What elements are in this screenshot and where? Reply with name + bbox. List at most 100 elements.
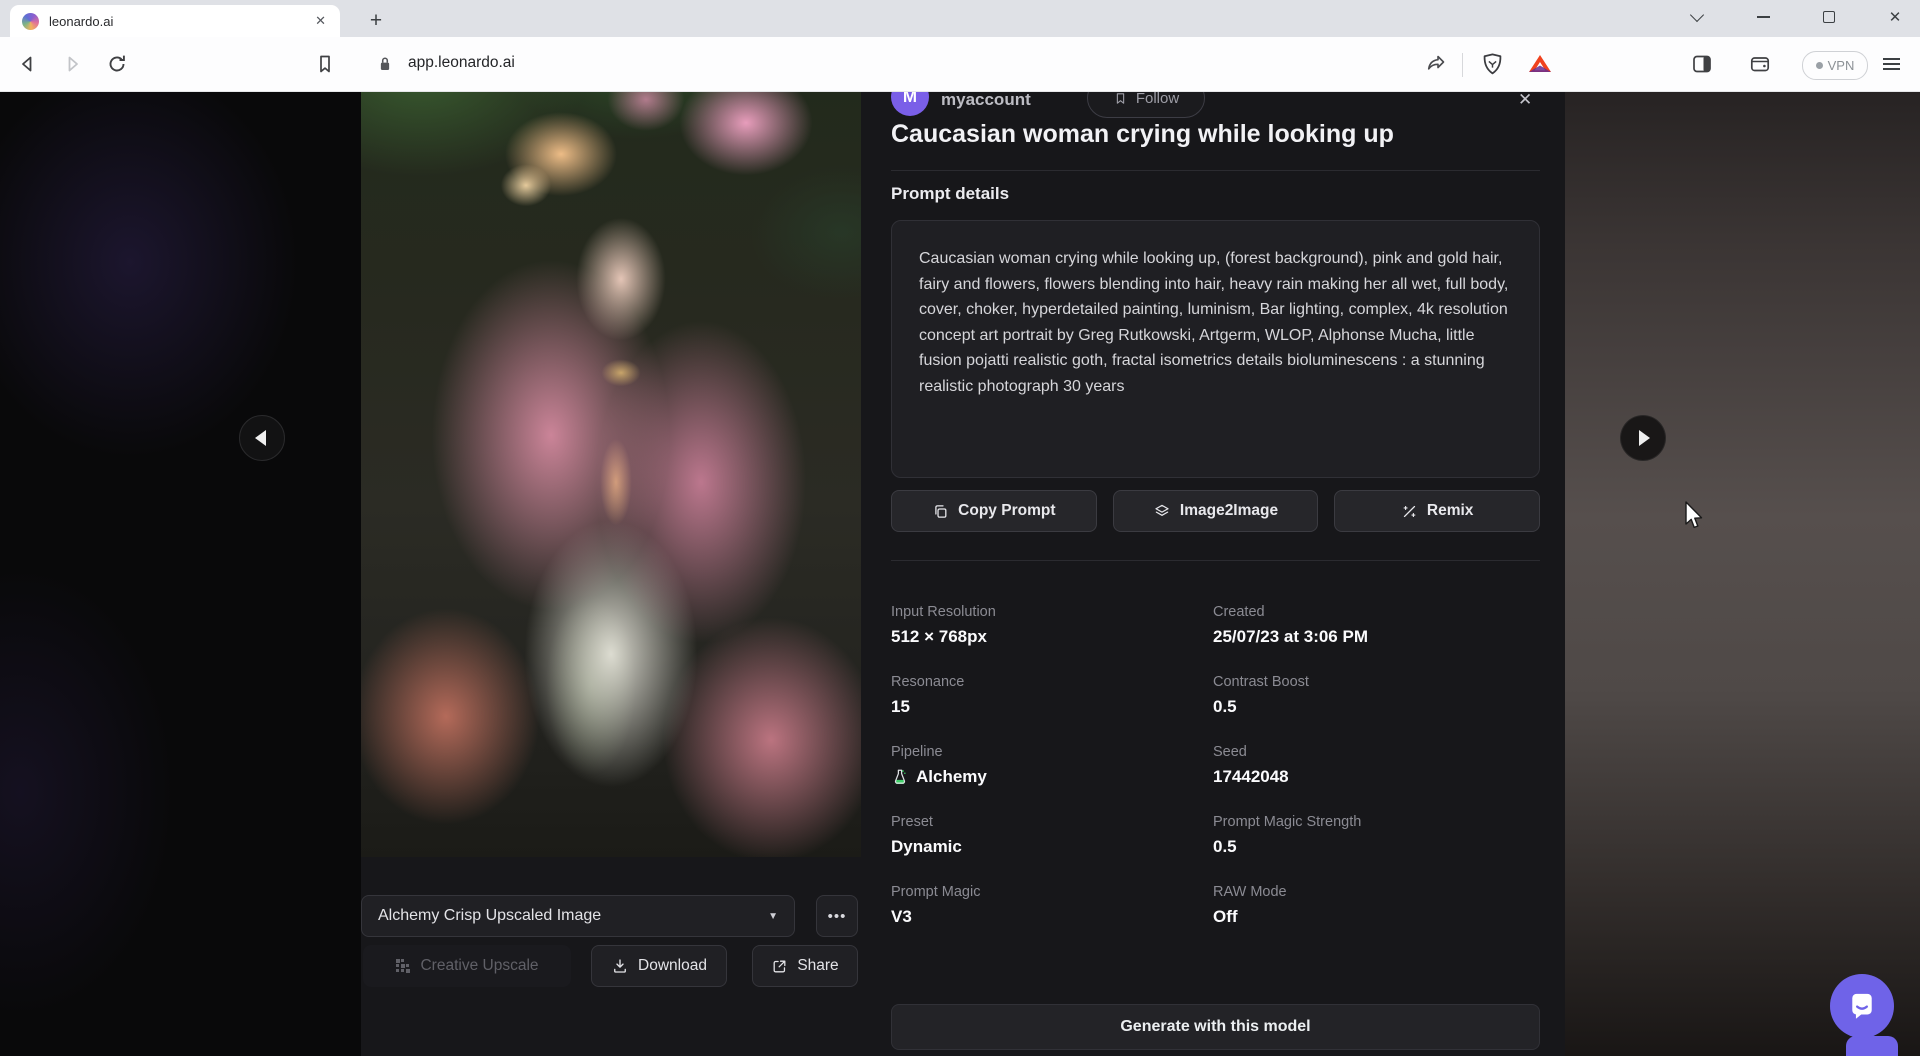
forward-icon bbox=[60, 52, 84, 76]
variant-dropdown-label: Alchemy Crisp Upscaled Image bbox=[378, 907, 601, 925]
upscale-grid-icon bbox=[395, 958, 411, 974]
meta-raw-mode: RAW Mode Off bbox=[1213, 884, 1540, 927]
share-page-button[interactable] bbox=[1424, 52, 1448, 76]
prompt-box: Caucasian woman crying while looking up,… bbox=[891, 220, 1540, 478]
divider bbox=[891, 560, 1540, 561]
meta-seed: Seed 17442048 bbox=[1213, 744, 1540, 787]
browser-toolbar: app.leonardo.ai VPN bbox=[0, 37, 1920, 92]
restore-icon bbox=[1823, 11, 1835, 23]
divider bbox=[891, 170, 1540, 171]
chat-launcher-button[interactable] bbox=[1830, 974, 1894, 1038]
restore-button[interactable] bbox=[1807, 0, 1851, 34]
arrow-right-icon bbox=[1639, 430, 1650, 446]
new-tab-button[interactable]: + bbox=[362, 7, 390, 35]
layers-icon bbox=[1153, 502, 1171, 520]
dimmed-background-right bbox=[1565, 92, 1920, 1056]
meta-prompt-magic-strength: Prompt Magic Strength 0.5 bbox=[1213, 814, 1540, 857]
generate-with-model-button[interactable]: Generate with this model bbox=[891, 1004, 1540, 1050]
forward-button[interactable] bbox=[60, 52, 84, 76]
meta-contrast-boost: Contrast Boost 0.5 bbox=[1213, 674, 1540, 717]
username[interactable]: myaccount bbox=[941, 92, 1031, 110]
creative-upscale-label: Creative Upscale bbox=[420, 957, 538, 975]
brave-rewards-button[interactable] bbox=[1527, 52, 1553, 76]
generation-detail-modal: Alchemy Crisp Upscaled Image ▼ ••• Creat… bbox=[361, 92, 1565, 1056]
wallet-icon bbox=[1748, 52, 1772, 76]
copy-prompt-button[interactable]: Copy Prompt bbox=[891, 490, 1097, 532]
back-icon bbox=[16, 52, 40, 76]
tab-strip: leonardo.ai ✕ + ✕ bbox=[0, 0, 1920, 37]
window-close-button[interactable]: ✕ bbox=[1873, 0, 1917, 34]
generated-image bbox=[361, 92, 861, 857]
remix-label: Remix bbox=[1427, 502, 1474, 520]
tab-close-icon[interactable]: ✕ bbox=[313, 11, 328, 31]
bookmark-button[interactable] bbox=[313, 52, 337, 76]
share-export-icon bbox=[771, 958, 788, 975]
variant-dropdown[interactable]: Alchemy Crisp Upscaled Image ▼ bbox=[361, 895, 795, 937]
image2image-button[interactable]: Image2Image bbox=[1113, 490, 1319, 532]
metadata-grid: Input Resolution 512 × 768px Created 25/… bbox=[891, 604, 1540, 927]
remix-button[interactable]: Remix bbox=[1334, 490, 1540, 532]
follow-button[interactable]: Follow bbox=[1087, 92, 1205, 118]
meta-created: Created 25/07/23 at 3:06 PM bbox=[1213, 604, 1540, 647]
chat-icon bbox=[1845, 989, 1879, 1023]
browser-window: leonardo.ai ✕ + ✕ app.leonardo.ai bbox=[0, 0, 1920, 1056]
vpn-label: VPN bbox=[1828, 58, 1855, 73]
dimmed-background-left bbox=[0, 92, 361, 1056]
lock-icon bbox=[374, 53, 396, 75]
sidebar-icon bbox=[1690, 52, 1714, 76]
download-button[interactable]: Download bbox=[591, 945, 727, 987]
minimize-icon bbox=[1757, 16, 1770, 18]
tab-search-button[interactable] bbox=[1675, 0, 1719, 34]
browser-tab[interactable]: leonardo.ai ✕ bbox=[10, 5, 340, 37]
address-bar[interactable]: app.leonardo.ai bbox=[408, 54, 515, 72]
follow-label: Follow bbox=[1136, 92, 1179, 107]
meta-prompt-magic: Prompt Magic V3 bbox=[891, 884, 1213, 927]
close-icon: ✕ bbox=[1889, 8, 1902, 26]
modal-close-icon[interactable]: ✕ bbox=[1518, 92, 1532, 110]
copy-prompt-label: Copy Prompt bbox=[958, 502, 1055, 520]
leonardo-favicon-icon bbox=[22, 13, 39, 30]
sidebar-toggle-button[interactable] bbox=[1690, 52, 1714, 76]
meta-pipeline: Pipeline Alchemy bbox=[891, 744, 1213, 787]
bookmark-icon bbox=[313, 52, 337, 76]
menu-button[interactable] bbox=[1883, 63, 1900, 65]
chevron-down-icon bbox=[1690, 8, 1704, 22]
avatar[interactable]: M bbox=[891, 92, 929, 116]
vpn-status-dot bbox=[1816, 62, 1823, 69]
meta-preset: Preset Dynamic bbox=[891, 814, 1213, 857]
detail-panel: M myaccount Follow ✕ Caucasian woman cry… bbox=[891, 92, 1540, 1056]
prompt-actions: Copy Prompt Image2Image Remix bbox=[891, 490, 1540, 532]
alchemy-flask-icon bbox=[891, 768, 909, 786]
brave-shield-icon bbox=[1480, 52, 1505, 77]
brave-shields-button[interactable] bbox=[1480, 52, 1505, 77]
prompt-text: Caucasian woman crying while looking up,… bbox=[919, 246, 1512, 399]
chat-secondary-bubble[interactable] bbox=[1846, 1036, 1898, 1056]
share-image-button[interactable]: Share bbox=[752, 945, 858, 987]
image2image-label: Image2Image bbox=[1180, 502, 1278, 520]
minimize-button[interactable] bbox=[1741, 0, 1785, 34]
copy-icon bbox=[932, 503, 949, 520]
meta-input-resolution: Input Resolution 512 × 768px bbox=[891, 604, 1213, 647]
bat-triangle-icon bbox=[1527, 52, 1553, 76]
remix-wand-icon bbox=[1401, 503, 1418, 520]
generation-title: Caucasian woman crying while looking up bbox=[891, 120, 1540, 149]
arrow-left-icon bbox=[255, 430, 266, 446]
share-label: Share bbox=[797, 957, 838, 975]
reload-button[interactable] bbox=[105, 52, 129, 76]
site-security-lock[interactable] bbox=[374, 53, 396, 75]
download-icon bbox=[611, 957, 629, 975]
next-image-button[interactable] bbox=[1620, 415, 1666, 461]
back-button[interactable] bbox=[16, 52, 40, 76]
meta-resonance: Resonance 15 bbox=[891, 674, 1213, 717]
vpn-button[interactable]: VPN bbox=[1802, 51, 1868, 80]
wallet-button[interactable] bbox=[1748, 52, 1772, 76]
reload-icon bbox=[105, 52, 129, 76]
hamburger-icon bbox=[1883, 63, 1900, 65]
previous-image-button[interactable] bbox=[239, 415, 285, 461]
tab-title: leonardo.ai bbox=[49, 14, 313, 29]
page-content: Alchemy Crisp Upscaled Image ▼ ••• Creat… bbox=[0, 92, 1920, 1056]
creative-upscale-button[interactable]: Creative Upscale bbox=[363, 945, 571, 987]
more-options-button[interactable]: ••• bbox=[816, 895, 858, 937]
toolbar-separator bbox=[1462, 53, 1463, 77]
share-icon bbox=[1424, 52, 1448, 76]
